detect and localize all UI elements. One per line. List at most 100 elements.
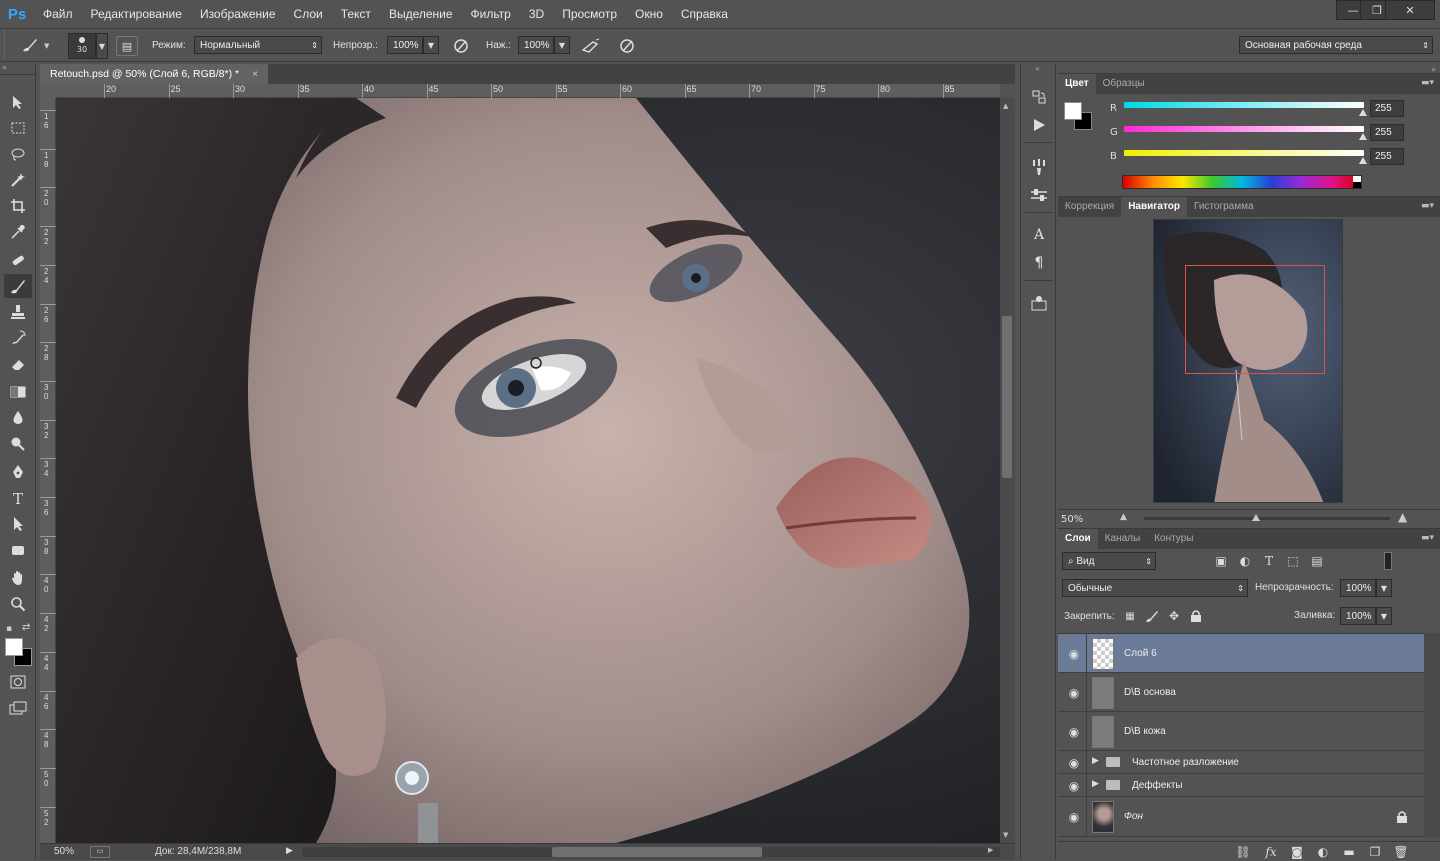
- lasso-icon[interactable]: [4, 142, 32, 166]
- menu-item-2[interactable]: Изображение: [191, 0, 285, 28]
- gradient-icon[interactable]: [4, 380, 32, 404]
- group-expand-icon[interactable]: ▶: [1092, 756, 1099, 766]
- zoom-out-icon[interactable]: ▲: [1120, 512, 1127, 522]
- channel-slider-handle[interactable]: [1359, 157, 1367, 164]
- opacity-dropdown-icon[interactable]: ▼: [423, 36, 439, 54]
- eyedropper-icon[interactable]: [4, 220, 32, 244]
- new-layer-icon[interactable]: ❐: [1366, 844, 1384, 860]
- layer-row[interactable]: ◉ D\B кожа: [1058, 712, 1424, 751]
- document-tab[interactable]: Retouch.psd @ 50% (Слой 6, RGB/8*) * ×: [40, 64, 269, 84]
- zoom-icon[interactable]: [4, 592, 32, 616]
- foreground-color-swatch[interactable]: [5, 638, 23, 656]
- menu-item-5[interactable]: Выделение: [380, 0, 462, 28]
- menu-item-3[interactable]: Слои: [285, 0, 332, 28]
- menu-item-6[interactable]: Фильтр: [462, 0, 520, 28]
- quick-mask-icon[interactable]: [4, 670, 32, 694]
- layer-thumbnail[interactable]: [1092, 715, 1114, 748]
- layer-filter-select[interactable]: ⌕ Вид ⇕: [1062, 552, 1156, 570]
- flow-input[interactable]: 100%: [518, 36, 554, 54]
- brush-panel-toggle-icon[interactable]: ▤: [116, 36, 138, 56]
- status-menu-icon[interactable]: ▶: [286, 845, 293, 856]
- color-fg-swatch[interactable]: [1064, 102, 1082, 120]
- paragraph-panel-icon[interactable]: ¶: [1027, 252, 1051, 274]
- navigator-tab-2[interactable]: Гистограмма: [1187, 197, 1261, 217]
- visibility-eye-icon[interactable]: ◉: [1066, 725, 1082, 739]
- delete-layer-icon[interactable]: 🗑: [1392, 844, 1410, 860]
- zoom-slider-handle[interactable]: [1252, 514, 1260, 521]
- character-panel-icon[interactable]: A: [1027, 224, 1051, 246]
- scroll-thumb[interactable]: [1002, 316, 1012, 478]
- navigator-zoom-slider[interactable]: [1144, 514, 1390, 521]
- layer-row[interactable]: ◉ Фон: [1058, 797, 1424, 837]
- marquee-icon[interactable]: [4, 116, 32, 140]
- visibility-eye-icon[interactable]: ◉: [1066, 810, 1082, 824]
- collapse-tools-icon[interactable]: »: [2, 64, 34, 72]
- color-tab-1[interactable]: Образцы: [1096, 74, 1152, 94]
- lock-pixels-icon[interactable]: [1144, 608, 1160, 624]
- close-document-icon[interactable]: ×: [252, 68, 258, 80]
- hand-icon[interactable]: [4, 566, 32, 590]
- scroll-up-icon[interactable]: ▲: [1003, 102, 1008, 110]
- preset-dropdown-icon[interactable]: ▼: [44, 42, 49, 50]
- brush-size-picker[interactable]: 30: [68, 33, 96, 59]
- crop-icon[interactable]: [4, 194, 32, 218]
- filter-adjustment-icon[interactable]: ◐: [1236, 552, 1254, 570]
- layers-tab-2[interactable]: Контуры: [1147, 529, 1200, 549]
- layers-tab-1[interactable]: Каналы: [1098, 529, 1148, 549]
- layers-scrollbar[interactable]: [1424, 633, 1440, 837]
- visibility-eye-icon[interactable]: ◉: [1066, 779, 1082, 793]
- filter-shape-icon[interactable]: ⬚: [1284, 552, 1302, 570]
- grip-handle[interactable]: [4, 31, 8, 59]
- history-brush-icon[interactable]: [4, 326, 32, 350]
- filter-smart-object-icon[interactable]: ▤: [1308, 552, 1326, 570]
- visibility-eye-icon[interactable]: ◉: [1066, 647, 1082, 661]
- blur-icon[interactable]: [4, 406, 32, 430]
- tool-presets-icon[interactable]: [1027, 292, 1051, 314]
- add-mask-icon[interactable]: ◙: [1288, 844, 1306, 860]
- filter-toggle-switch[interactable]: [1384, 552, 1392, 570]
- eraser-icon[interactable]: [4, 352, 32, 376]
- menu-item-0[interactable]: Файл: [34, 0, 82, 28]
- layer-thumbnail[interactable]: [1092, 801, 1114, 833]
- brush-icon[interactable]: [4, 274, 32, 298]
- magic-wand-icon[interactable]: [4, 168, 32, 192]
- layer-style-icon[interactable]: fx: [1262, 844, 1280, 860]
- screen-mode-icon[interactable]: [4, 696, 32, 720]
- horizontal-scroll-thumb[interactable]: [552, 847, 762, 857]
- history-panel-icon[interactable]: [1027, 86, 1051, 108]
- menu-item-8[interactable]: Просмотр: [553, 0, 626, 28]
- new-group-icon[interactable]: ▬: [1340, 844, 1358, 860]
- shape-icon[interactable]: [4, 538, 32, 562]
- visibility-eye-icon[interactable]: ◉: [1066, 756, 1082, 770]
- mode-select[interactable]: Нормальный ⇕: [194, 36, 322, 54]
- menu-item-10[interactable]: Справка: [672, 0, 737, 28]
- channel-slider-handle[interactable]: [1359, 109, 1367, 116]
- color-panel-menu-icon[interactable]: ▬▾: [1421, 78, 1434, 88]
- color-spectrum-bar[interactable]: [1122, 175, 1362, 189]
- blend-mode-select[interactable]: Обычные ⇕: [1062, 579, 1248, 597]
- channel-slider[interactable]: [1124, 126, 1364, 132]
- vertical-ruler[interactable]: 16 18 20 22 24 26 28 30 32 34 36 38 40 42 44 46 48 50 52: [40, 98, 56, 843]
- link-layers-icon[interactable]: ⛓: [1234, 844, 1252, 860]
- layers-panel-menu-icon[interactable]: ▬▾: [1421, 533, 1434, 543]
- layer-opacity-input[interactable]: 100%: [1340, 579, 1376, 597]
- navigator-tab-0[interactable]: Коррекция: [1058, 197, 1121, 217]
- color-tab-0[interactable]: Цвет: [1058, 74, 1096, 94]
- menu-item-1[interactable]: Редактирование: [82, 0, 191, 28]
- zoom-level[interactable]: 50%: [54, 846, 74, 857]
- pressure-opacity-icon[interactable]: [450, 36, 472, 56]
- ruler-origin[interactable]: [40, 84, 56, 98]
- type-icon[interactable]: T: [4, 486, 32, 510]
- navigator-view-box[interactable]: [1185, 265, 1325, 374]
- new-adjustment-icon[interactable]: ◐: [1314, 844, 1332, 860]
- channel-slider-handle[interactable]: [1359, 133, 1367, 140]
- layer-row[interactable]: ◉ ▶ Деффекты: [1058, 774, 1424, 797]
- navigator-panel-menu-icon[interactable]: ▬▾: [1421, 201, 1434, 211]
- filter-type-icon[interactable]: T: [1260, 552, 1278, 570]
- opacity-input[interactable]: 100%: [387, 36, 423, 54]
- channel-value-input[interactable]: 255: [1370, 124, 1404, 141]
- fill-dropdown-icon[interactable]: ▼: [1376, 607, 1392, 625]
- navigator-preview[interactable]: [1153, 219, 1343, 503]
- navigator-tab-1[interactable]: Навигатор: [1121, 197, 1187, 217]
- move-icon[interactable]: [4, 90, 32, 114]
